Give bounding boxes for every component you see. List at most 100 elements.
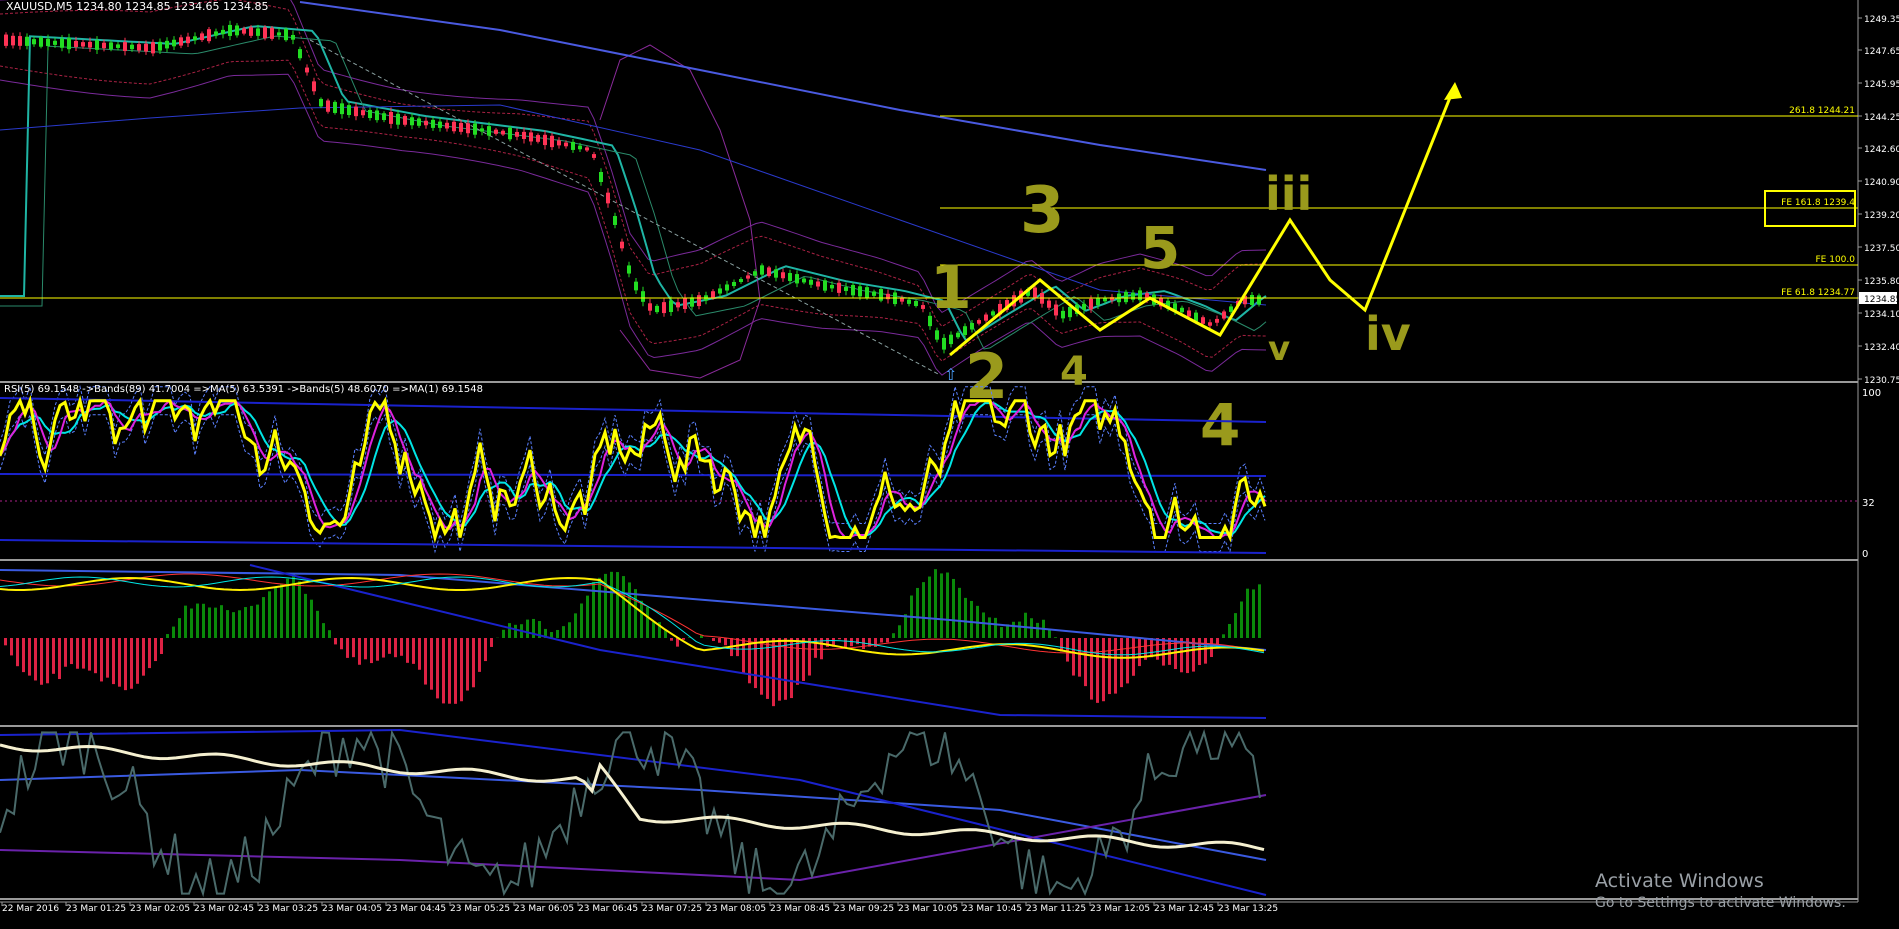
chart-window[interactable]: ⇧ 261.8 1244.21FE 161.8 1239.4FE 100.0FE… bbox=[0, 0, 1899, 925]
candle bbox=[445, 123, 449, 129]
candle bbox=[788, 273, 792, 281]
histogram-bar bbox=[1246, 589, 1249, 638]
histogram-bar bbox=[484, 638, 487, 661]
histogram-bar bbox=[634, 589, 637, 638]
fib-level-label: FE 61.8 1234.77 bbox=[1781, 288, 1855, 298]
candle bbox=[921, 305, 925, 309]
candle bbox=[816, 281, 820, 286]
histogram-bar bbox=[1162, 638, 1165, 666]
candle bbox=[1131, 293, 1135, 300]
candle bbox=[144, 44, 148, 52]
histogram-bar bbox=[214, 608, 217, 638]
candle bbox=[417, 118, 421, 125]
candle bbox=[116, 44, 120, 47]
histogram-bar bbox=[712, 638, 715, 641]
histogram-bar bbox=[586, 596, 589, 638]
candle bbox=[823, 280, 827, 290]
time-tick-label: 23 Mar 02:05 bbox=[130, 904, 190, 914]
candle bbox=[228, 25, 232, 36]
candle bbox=[942, 338, 946, 350]
wave-label: 4 bbox=[1060, 349, 1088, 395]
candle bbox=[613, 216, 617, 225]
price-tick-label: 1249.35 bbox=[1864, 15, 1899, 25]
fib-level-label: FE 161.8 1239.4 bbox=[1781, 198, 1855, 208]
candle bbox=[914, 301, 918, 306]
histogram-bar bbox=[352, 638, 355, 657]
candle bbox=[60, 39, 64, 48]
candle bbox=[67, 38, 71, 49]
candle bbox=[753, 271, 757, 276]
candle bbox=[543, 135, 547, 145]
chart-canvas[interactable]: ⇧ 261.8 1244.21FE 161.8 1239.4FE 100.0FE… bbox=[0, 0, 1899, 925]
rsi-ma-cyan bbox=[0, 403, 1265, 536]
histogram-bar bbox=[1072, 638, 1075, 676]
price-tick-label: 1234.10 bbox=[1864, 310, 1899, 320]
wave-arrowhead bbox=[1444, 82, 1462, 100]
candle bbox=[319, 99, 323, 106]
histogram-bar bbox=[58, 638, 61, 679]
histogram-bar bbox=[22, 638, 25, 672]
histogram-bar bbox=[670, 638, 673, 641]
histogram-bar bbox=[652, 622, 655, 638]
histogram-bar bbox=[262, 597, 265, 638]
histogram-bar bbox=[328, 630, 331, 638]
price-tick-label: 1240.90 bbox=[1864, 178, 1899, 188]
candle bbox=[1201, 317, 1205, 324]
candle bbox=[907, 300, 911, 304]
price-tick-label: 1234.85 bbox=[1864, 295, 1899, 305]
wave-label: 5 bbox=[1140, 214, 1180, 282]
band-outer-lower bbox=[0, 74, 1266, 375]
candle bbox=[592, 154, 596, 158]
rsi-ma-magenta bbox=[0, 401, 1265, 538]
histogram-bar bbox=[130, 638, 133, 689]
candle bbox=[424, 121, 428, 125]
candle bbox=[326, 100, 330, 111]
histogram-bar bbox=[106, 638, 109, 678]
histogram-bar bbox=[1234, 613, 1237, 638]
histogram-bar bbox=[88, 638, 91, 671]
candle bbox=[809, 280, 813, 285]
candle bbox=[522, 132, 526, 139]
candle bbox=[158, 42, 162, 51]
osc-line-cream bbox=[0, 745, 1264, 850]
oscillator-panel bbox=[0, 730, 1266, 895]
histogram-bar bbox=[778, 638, 781, 701]
fibonacci-levels[interactable]: 261.8 1244.21FE 161.8 1239.4FE 100.0FE 6… bbox=[0, 106, 1858, 298]
candle bbox=[347, 105, 351, 115]
rsi-scale-label: 0 bbox=[1862, 549, 1868, 560]
candle bbox=[529, 132, 533, 141]
candle bbox=[333, 102, 337, 113]
candle bbox=[1054, 305, 1058, 316]
histogram-bar bbox=[556, 630, 559, 638]
bollinger-bands bbox=[0, 0, 1266, 378]
candle bbox=[564, 143, 568, 147]
histogram-bar bbox=[808, 638, 811, 676]
histogram-bar bbox=[388, 638, 391, 654]
wave-label: 3 bbox=[1020, 174, 1065, 248]
histogram-bar bbox=[1048, 629, 1051, 638]
candle bbox=[431, 120, 435, 128]
histogram-bar bbox=[736, 638, 739, 656]
candle bbox=[249, 27, 253, 36]
histogram-bar bbox=[472, 638, 475, 687]
time-tick-label: 23 Mar 12:05 bbox=[1090, 904, 1150, 914]
histogram-bar bbox=[142, 638, 145, 676]
candle bbox=[746, 275, 750, 278]
histogram-bar bbox=[1096, 638, 1099, 703]
time-tick-label: 23 Mar 09:25 bbox=[834, 904, 894, 914]
candle bbox=[368, 110, 372, 118]
long-ma-blue bbox=[300, 2, 1266, 170]
candle bbox=[396, 114, 400, 125]
time-tick-label: 23 Mar 04:05 bbox=[322, 904, 382, 914]
candle bbox=[935, 330, 939, 339]
histogram-bar bbox=[1252, 589, 1255, 638]
histogram-bar bbox=[82, 638, 85, 669]
candle bbox=[1215, 319, 1219, 323]
candle bbox=[634, 282, 638, 291]
candle bbox=[438, 122, 442, 128]
candle bbox=[655, 306, 659, 312]
activate-windows-title: Activate Windows bbox=[1595, 870, 1764, 892]
histogram-bar bbox=[376, 638, 379, 661]
candle bbox=[263, 27, 267, 38]
histogram-bar bbox=[400, 638, 403, 656]
